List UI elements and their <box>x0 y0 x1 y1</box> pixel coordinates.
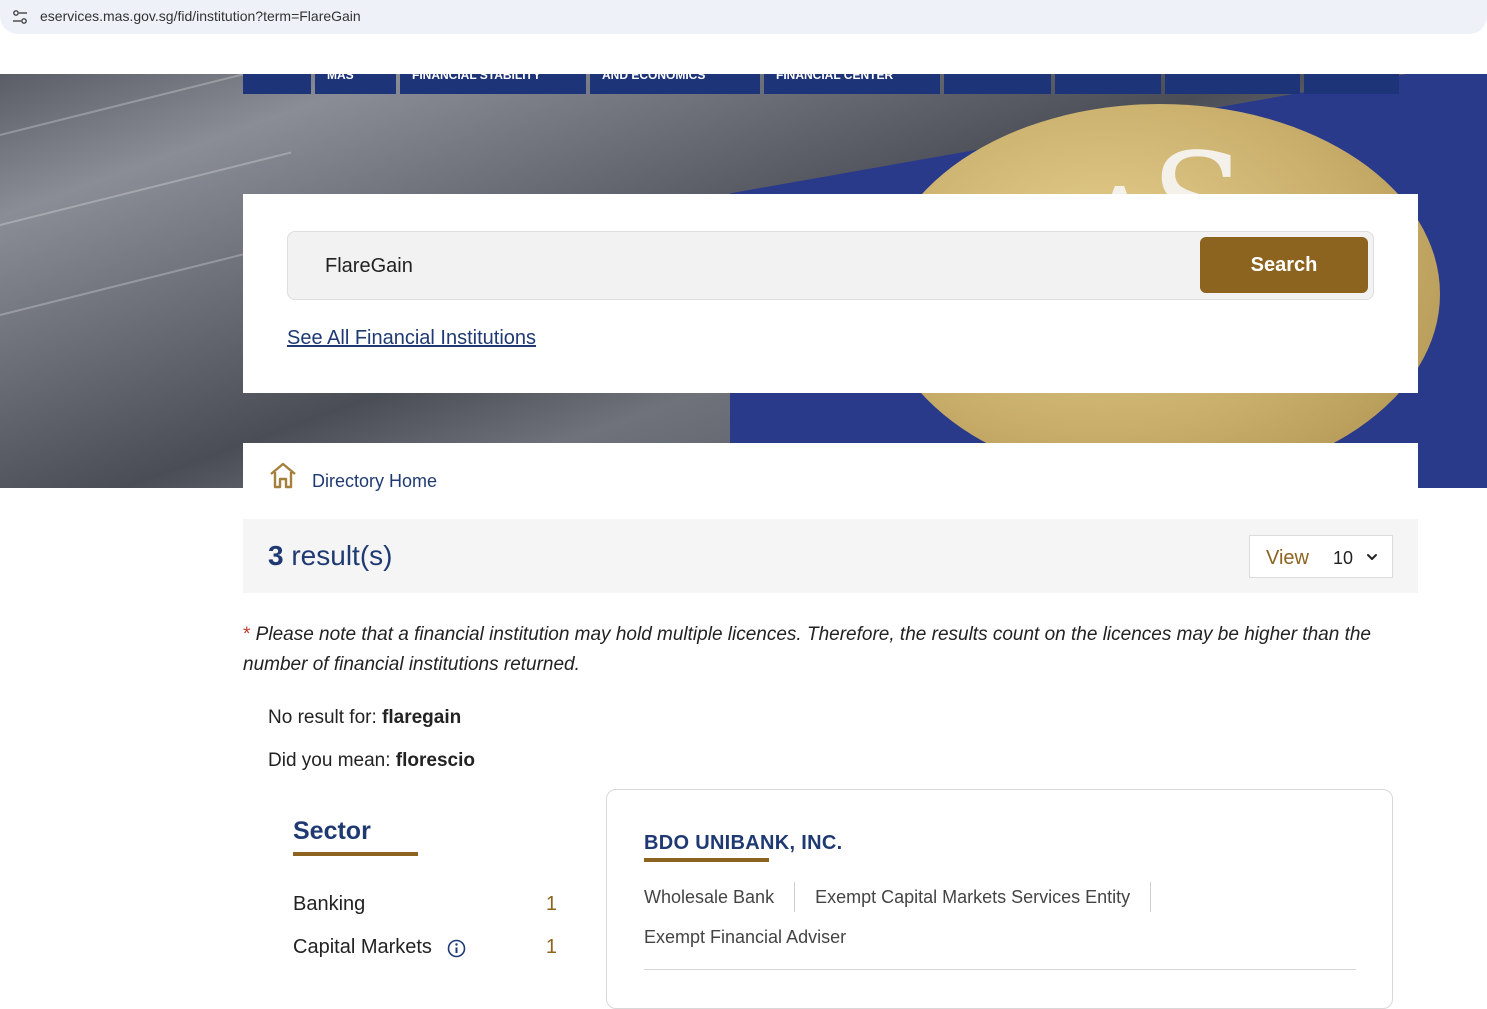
nav-item[interactable] <box>1304 74 1399 94</box>
results-count: 3 result(s) <box>268 540 393 571</box>
licence-separator <box>1150 882 1152 912</box>
sector-label: Banking <box>293 893 366 915</box>
nav-item[interactable] <box>944 74 1051 94</box>
chevron-down-icon[interactable] <box>1365 550 1379 564</box>
search-button[interactable]: Search <box>1200 237 1368 293</box>
card-divider <box>644 969 1356 970</box>
sector-heading: Sector <box>293 817 371 845</box>
nav-item[interactable] <box>243 74 311 94</box>
nav-item[interactable] <box>1165 74 1300 94</box>
licence-tag: Wholesale Bank <box>644 887 775 907</box>
site-settings-icon[interactable] <box>12 9 28 25</box>
nav-item-financial-stability[interactable]: FINANCIAL STABILITY <box>400 74 586 94</box>
search-input-value[interactable]: FlareGain <box>325 255 413 278</box>
nav-item-mas[interactable]: MAS <box>315 74 396 94</box>
page-size-select[interactable]: View 10 <box>1249 535 1393 578</box>
licence-tag: Exempt Financial Adviser <box>644 927 847 947</box>
note-text: Please note that a financial institution… <box>243 624 1371 675</box>
no-result-message: No result for: flaregain <box>268 707 462 728</box>
home-icon[interactable] <box>268 461 298 489</box>
main-navigation: MAS FINANCIAL STABILITY AND ECONOMICS FI… <box>243 74 1399 94</box>
search-card: FlareGain Search See All Financial Insti… <box>243 194 1418 393</box>
directory-home-link[interactable]: Directory Home <box>312 471 437 492</box>
did-you-mean-message: Did you mean: florescio <box>268 750 475 771</box>
nav-item-financial-center[interactable]: FINANCIAL CENTER <box>764 74 940 94</box>
breadcrumb: Directory Home <box>243 443 1418 491</box>
did-you-mean-link[interactable]: florescio <box>396 750 475 771</box>
licence-note: * Please note that a financial instituti… <box>243 620 1418 680</box>
sector-heading-underline <box>293 852 418 856</box>
sector-filter-banking[interactable]: Banking 1 <box>293 893 563 916</box>
sector-count: 1 <box>545 893 557 915</box>
results-bar: 3 result(s) View 10 <box>243 519 1418 593</box>
see-all-institutions-link[interactable]: See All Financial Institutions <box>287 327 536 350</box>
licence-tag: Exempt Capital Markets Services Entity <box>815 887 1131 907</box>
browser-gap <box>0 34 1487 74</box>
nav-item-economics[interactable]: AND ECONOMICS <box>590 74 760 94</box>
url-text[interactable]: eservices.mas.gov.sg/fid/institution?ter… <box>40 8 361 24</box>
nav-item[interactable] <box>1055 74 1161 94</box>
sector-count: 1 <box>545 936 557 958</box>
search-input[interactable]: FlareGain Search <box>287 231 1374 300</box>
no-result-term: flaregain <box>382 707 462 728</box>
sector-filter-capital-markets[interactable]: Capital Markets 1 <box>293 936 563 959</box>
result-card[interactable]: BDO UNIBANK, INC. Wholesale Bank Exempt C… <box>606 789 1393 1009</box>
institution-name-underline <box>644 858 769 862</box>
view-label: View <box>1266 547 1309 569</box>
licence-separator <box>794 882 796 912</box>
browser-address-bar[interactable]: eservices.mas.gov.sg/fid/institution?ter… <box>0 0 1487 34</box>
info-icon[interactable] <box>447 939 466 958</box>
sector-label: Capital Markets <box>293 936 432 958</box>
institution-name-link[interactable]: BDO UNIBANK, INC. <box>644 832 842 855</box>
licence-list: Wholesale Bank Exempt Capital Markets Ser… <box>644 882 1364 952</box>
view-value[interactable]: 10 <box>1333 548 1353 569</box>
